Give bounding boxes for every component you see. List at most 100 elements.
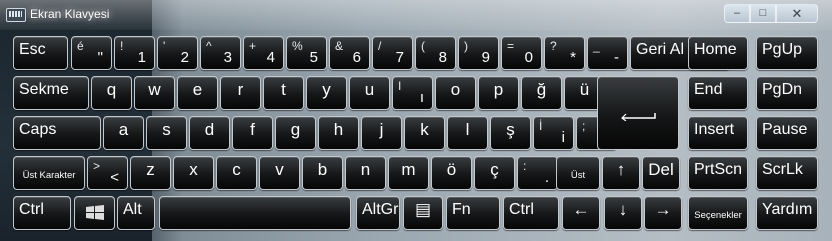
key-n[interactable]: n <box>345 156 386 190</box>
key-s-label: s <box>162 120 171 139</box>
key-y[interactable]: y <box>306 76 347 110</box>
key-a[interactable]: a <box>103 116 144 150</box>
key-period[interactable]: :. <box>517 156 558 190</box>
key-scrlk[interactable]: ScrLk <box>756 156 818 190</box>
title-bar[interactable]: Ekran Klavyesi – □ ✕ <box>0 0 832 30</box>
key-angle[interactable]: > < <box>87 156 128 190</box>
key-dotless-i[interactable]: Iı <box>392 76 433 110</box>
key-lctrl[interactable]: Ctrl <box>13 196 71 230</box>
key-end-label: End <box>694 81 723 98</box>
key-0[interactable]: = 0 <box>501 36 542 70</box>
key-quote-label: " <box>97 49 103 66</box>
key-u[interactable]: u <box>349 76 390 110</box>
key-p[interactable]: p <box>478 76 519 110</box>
key-alt[interactable]: Alt <box>117 196 155 230</box>
minimize-button[interactable]: – <box>724 4 750 23</box>
close-button[interactable]: ✕ <box>776 4 818 23</box>
key-home[interactable]: Home <box>688 36 748 70</box>
key-z[interactable]: z <box>130 156 171 190</box>
key-minus-label: - <box>614 49 619 66</box>
key-v[interactable]: v <box>259 156 300 190</box>
key-altgr[interactable]: AltGr <box>356 196 400 230</box>
key-e[interactable]: e <box>177 76 218 110</box>
key-fn[interactable]: Fn <box>446 196 500 230</box>
key-x[interactable]: x <box>173 156 214 190</box>
key-enter[interactable] <box>597 76 679 150</box>
key-dotless-i-shift-label: I <box>398 79 402 93</box>
key-0-shift-label: = <box>507 39 515 53</box>
key-8[interactable]: (8 <box>415 36 456 70</box>
key-t[interactable]: t <box>263 76 304 110</box>
restore-button[interactable]: □ <box>750 4 776 23</box>
key-odiaeresis[interactable]: ö <box>431 156 472 190</box>
key-minus[interactable]: _ - <box>587 36 628 70</box>
windows-logo-icon <box>86 205 104 220</box>
key-end[interactable]: End <box>688 76 748 110</box>
key-del[interactable]: Del <box>642 156 680 190</box>
key-help[interactable]: Yardım <box>756 196 818 230</box>
key-down[interactable]: ↓ <box>604 196 642 230</box>
key-left[interactable]: ← <box>562 196 600 230</box>
enter-arrow-icon <box>621 113 656 121</box>
key-pgup[interactable]: PgUp <box>756 36 818 70</box>
key-5[interactable]: % 5 <box>286 36 327 70</box>
key-m-label: m <box>401 160 416 179</box>
key-win[interactable] <box>74 196 115 230</box>
key-2[interactable]: ' 2 <box>157 36 198 70</box>
key-b[interactable]: b <box>302 156 343 190</box>
key-pause[interactable]: Pause <box>756 116 818 150</box>
key-a-label: a <box>118 120 129 139</box>
key-4[interactable]: +4 <box>243 36 284 70</box>
key-caps[interactable]: Caps <box>13 116 101 150</box>
key-prtscn-label: PrtScn <box>694 161 743 178</box>
key-quote[interactable]: é " <box>71 36 112 70</box>
key-right[interactable]: → <box>644 196 682 230</box>
key-r[interactable]: r <box>220 76 261 110</box>
key-insert[interactable]: Insert <box>688 116 748 150</box>
key-k[interactable]: k <box>404 116 445 150</box>
key-1[interactable]: ! 1 <box>114 36 155 70</box>
key-9[interactable]: ) 9 <box>458 36 499 70</box>
key-esc[interactable]: Esc <box>13 36 68 70</box>
key-prtscn[interactable]: PrtScn <box>688 156 748 190</box>
key-y-label: y <box>322 80 331 99</box>
key-space[interactable] <box>159 196 351 230</box>
key-i-shift-label: İ <box>539 119 543 133</box>
key-3[interactable]: ^ 3 <box>200 36 241 70</box>
key-6[interactable]: & 6 <box>329 36 370 70</box>
key-s[interactable]: s <box>146 116 187 150</box>
key-options[interactable]: Seçenekler <box>688 196 748 230</box>
key-ccedilla[interactable]: ç <box>474 156 515 190</box>
key-g[interactable]: g <box>275 116 316 150</box>
key-rshift[interactable]: Üst Karakter <box>556 156 600 190</box>
key-i[interactable]: İi <box>533 116 574 150</box>
key-tab-label: Sekme <box>19 81 69 98</box>
key-rctrl[interactable]: Ctrl <box>503 196 559 230</box>
key-9-label: 9 <box>481 49 490 66</box>
key-j[interactable]: j <box>361 116 402 150</box>
key-options-label: Seçenekler <box>694 210 742 221</box>
key-f[interactable]: f <box>232 116 273 150</box>
key-q[interactable]: q <box>91 76 132 110</box>
key-lshift[interactable]: Üst Karakter <box>13 156 85 190</box>
key-asterisk[interactable]: ? * <box>544 36 585 70</box>
key-t-label: t <box>281 80 286 99</box>
key-pgdn[interactable]: PgDn <box>756 76 818 110</box>
key-b-label: b <box>317 160 328 179</box>
key-scedilla[interactable]: ş <box>490 116 531 150</box>
key-pgup-label: PgUp <box>762 41 803 58</box>
key-up[interactable]: ↑ <box>602 156 640 190</box>
key-w[interactable]: w <box>134 76 175 110</box>
key-menu[interactable]: ▤ <box>403 196 443 230</box>
key-h[interactable]: h <box>318 116 359 150</box>
key-c[interactable]: c <box>216 156 257 190</box>
key-tab[interactable]: Sekme <box>13 76 89 110</box>
key-7[interactable]: /7 <box>372 36 413 70</box>
key-d[interactable]: d <box>189 116 230 150</box>
key-l[interactable]: l <box>447 116 488 150</box>
key-q-label: q <box>106 80 117 99</box>
key-j-label: j <box>379 120 384 139</box>
key-o[interactable]: o <box>435 76 476 110</box>
key-gbreve[interactable]: ğ <box>521 76 562 110</box>
key-m[interactable]: m <box>388 156 429 190</box>
